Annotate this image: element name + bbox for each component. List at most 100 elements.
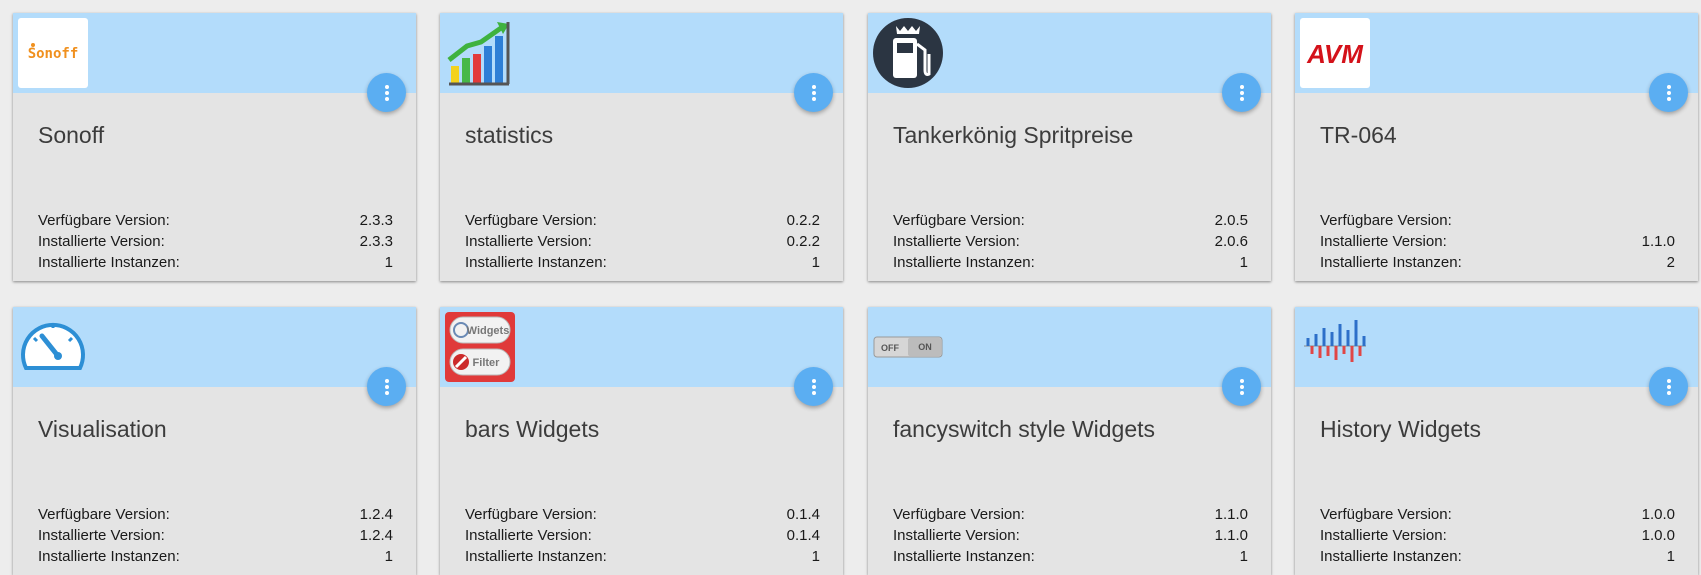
available-version-value: 1.0.0 (1641, 506, 1675, 523)
available-version-value: 2.3.3 (359, 212, 393, 229)
installed-instances-value: 1 (1239, 254, 1248, 271)
installed-version-label: Installierte Version: (38, 527, 165, 544)
installed-instances-value: 1 (384, 254, 393, 271)
installed-instances-label: Installierte Instanzen: (893, 254, 1035, 271)
adapter-card-fancyswitch: OFF ON fancyswitch style Widgets Verfügb… (868, 307, 1271, 575)
svg-text:Sonoff: Sonoff (28, 46, 79, 62)
more-vertical-icon (811, 378, 816, 395)
installed-instances-value: 2 (1666, 254, 1675, 271)
installed-version-label: Installierte Version: (465, 233, 592, 250)
installed-instances-label: Installierte Instanzen: (893, 548, 1035, 565)
installed-version-value: 2.3.3 (359, 233, 393, 250)
available-version-value: 0.2.2 (786, 212, 820, 229)
more-options-button[interactable] (367, 367, 406, 406)
adapter-card-tr064: AVM TR-064 Verfügbare Version: Installie… (1295, 13, 1698, 281)
more-vertical-icon (384, 84, 389, 101)
installed-instances-value: 1 (1666, 548, 1675, 565)
more-options-button[interactable] (1649, 367, 1688, 406)
more-options-button[interactable] (1222, 73, 1261, 112)
fuel-pump-icon (873, 18, 943, 88)
more-options-button[interactable] (794, 367, 833, 406)
installed-version-label: Installierte Version: (465, 527, 592, 544)
card-title: Tankerkönig Spritpreise (893, 122, 1134, 148)
svg-text:Filter: Filter (473, 357, 501, 369)
bars-widgets-icon: Widgets Filter (445, 312, 515, 382)
installed-instances-label: Installierte Instanzen: (1320, 548, 1462, 565)
available-version-value: 2.0.5 (1214, 212, 1248, 229)
installed-instances-label: Installierte Instanzen: (465, 548, 607, 565)
history-bars-icon (1304, 320, 1366, 362)
more-options-button[interactable] (1222, 367, 1261, 406)
more-vertical-icon (1666, 84, 1671, 101)
version-info: Verfügbare Version: Installierte Version… (1320, 210, 1675, 273)
version-info: Verfügbare Version: 0.1.4 Installierte Ve… (465, 504, 820, 567)
card-title: bars Widgets (465, 416, 600, 442)
more-vertical-icon (811, 84, 816, 101)
more-options-button[interactable] (367, 73, 406, 112)
installed-version-label: Installierte Version: (893, 527, 1020, 544)
version-info: Verfügbare Version: 0.2.2 Installierte Ve… (465, 210, 820, 273)
installed-version-value: 1.2.4 (359, 527, 393, 544)
avm-logo-icon: AVM (1300, 18, 1370, 88)
more-options-button[interactable] (794, 73, 833, 112)
installed-version-label: Installierte Version: (1320, 233, 1447, 250)
adapter-card-sonoff: Sonoff Sonoff Verfügbare Version: 2.3.3 I… (13, 13, 416, 281)
available-version-value: 1.1.0 (1214, 506, 1248, 523)
available-version-label: Verfügbare Version: (38, 506, 170, 523)
svg-text:Widgets: Widgets (467, 325, 510, 337)
version-info: Verfügbare Version: 1.1.0 Installierte Ve… (893, 504, 1248, 567)
installed-version-label: Installierte Version: (893, 233, 1020, 250)
version-info: Verfügbare Version: 1.2.4 Installierte Ve… (38, 504, 393, 567)
installed-version-value: 0.2.2 (786, 233, 820, 250)
more-vertical-icon (1239, 378, 1244, 395)
installed-instances-value: 1 (384, 548, 393, 565)
installed-instances-value: 1 (811, 548, 820, 565)
card-title: Sonoff (38, 122, 105, 148)
card-title: TR-064 (1320, 122, 1397, 148)
statistics-chart-icon (447, 22, 510, 86)
speedometer-icon (21, 323, 85, 370)
installed-version-value: 1.1.0 (1214, 527, 1248, 544)
available-version-value: 1.2.4 (359, 506, 393, 523)
toggle-switch-icon: OFF ON (873, 336, 943, 358)
svg-text:OFF: OFF (881, 343, 899, 353)
card-title: statistics (465, 122, 554, 148)
installed-instances-value: 1 (811, 254, 820, 271)
available-version-label: Verfügbare Version: (465, 212, 597, 229)
version-info: Verfügbare Version: 1.0.0 Installierte Ve… (1320, 504, 1675, 567)
card-title: fancyswitch style Widgets (893, 416, 1156, 442)
version-info: Verfügbare Version: 2.3.3 Installierte Ve… (38, 210, 393, 273)
adapter-card-statistics: statistics Verfügbare Version: 0.2.2 Inst… (440, 13, 843, 281)
adapter-card-history-widgets: History Widgets Verfügbare Version: 1.0.0… (1295, 307, 1698, 575)
sonoff-logo-icon: Sonoff (18, 18, 88, 88)
more-vertical-icon (384, 378, 389, 395)
more-vertical-icon (1239, 84, 1244, 101)
installed-instances-value: 1 (1239, 548, 1248, 565)
available-version-label: Verfügbare Version: (893, 212, 1025, 229)
adapter-card-tankerkoenig: Tankerkönig Spritpreise Verfügbare Versi… (868, 13, 1271, 281)
installed-instances-label: Installierte Instanzen: (38, 548, 180, 565)
more-vertical-icon (1666, 378, 1671, 395)
available-version-label: Verfügbare Version: (1320, 212, 1452, 229)
card-title: History Widgets (1320, 416, 1482, 442)
more-options-button[interactable] (1649, 73, 1688, 112)
installed-instances-label: Installierte Instanzen: (38, 254, 180, 271)
available-version-label: Verfügbare Version: (465, 506, 597, 523)
installed-version-value: 1.0.0 (1641, 527, 1675, 544)
card-title: Visualisation (38, 416, 167, 442)
version-info: Verfügbare Version: 2.0.5 Installierte Ve… (893, 210, 1248, 273)
available-version-label: Verfügbare Version: (1320, 506, 1452, 523)
svg-text:ON: ON (918, 342, 932, 352)
installed-version-label: Installierte Version: (38, 233, 165, 250)
installed-instances-label: Installierte Instanzen: (1320, 254, 1462, 271)
installed-instances-label: Installierte Instanzen: (465, 254, 607, 271)
adapter-card-visualisation: Visualisation Verfügbare Version: 1.2.4 I… (13, 307, 416, 575)
installed-version-value: 2.0.6 (1214, 233, 1248, 250)
available-version-label: Verfügbare Version: (893, 506, 1025, 523)
available-version-label: Verfügbare Version: (38, 212, 170, 229)
available-version-value: 0.1.4 (786, 506, 820, 523)
installed-version-value: 1.1.0 (1641, 233, 1675, 250)
svg-text:AVM: AVM (1306, 39, 1364, 69)
installed-version-label: Installierte Version: (1320, 527, 1447, 544)
installed-version-value: 0.1.4 (786, 527, 820, 544)
